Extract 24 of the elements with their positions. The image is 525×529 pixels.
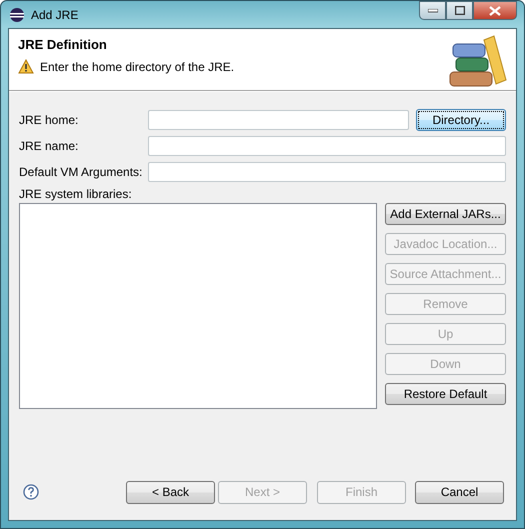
close-icon [489, 6, 501, 16]
page-title: JRE Definition [18, 37, 108, 52]
libraries-label: JRE system libraries: [19, 187, 133, 203]
text-field[interactable] [148, 136, 506, 156]
maximize-button[interactable] [446, 1, 473, 20]
action-button[interactable]: Add External JARs... [385, 203, 506, 225]
minimize-button[interactable] [419, 1, 446, 20]
action-button[interactable]: Restore Default [385, 383, 506, 405]
field-label: JRE home: [19, 113, 80, 127]
minimize-icon [428, 8, 438, 12]
wizard-button[interactable]: < Back [126, 480, 215, 504]
wizard-button[interactable]: Cancel [415, 480, 504, 504]
status-message: Enter the home directory of the JRE. [40, 60, 234, 74]
field-label: Default VM Arguments: [19, 165, 144, 179]
eclipse-icon [9, 6, 25, 22]
field-label: JRE name: [19, 139, 80, 153]
close-button[interactable] [473, 1, 517, 20]
maximize-icon [454, 6, 464, 15]
window-title: Add JRE [31, 8, 78, 22]
text-field[interactable] [148, 162, 506, 182]
help-icon[interactable] [23, 484, 39, 500]
warning-icon [18, 59, 34, 74]
directory-button[interactable]: Directory... [416, 109, 506, 131]
text-field[interactable] [148, 110, 409, 130]
